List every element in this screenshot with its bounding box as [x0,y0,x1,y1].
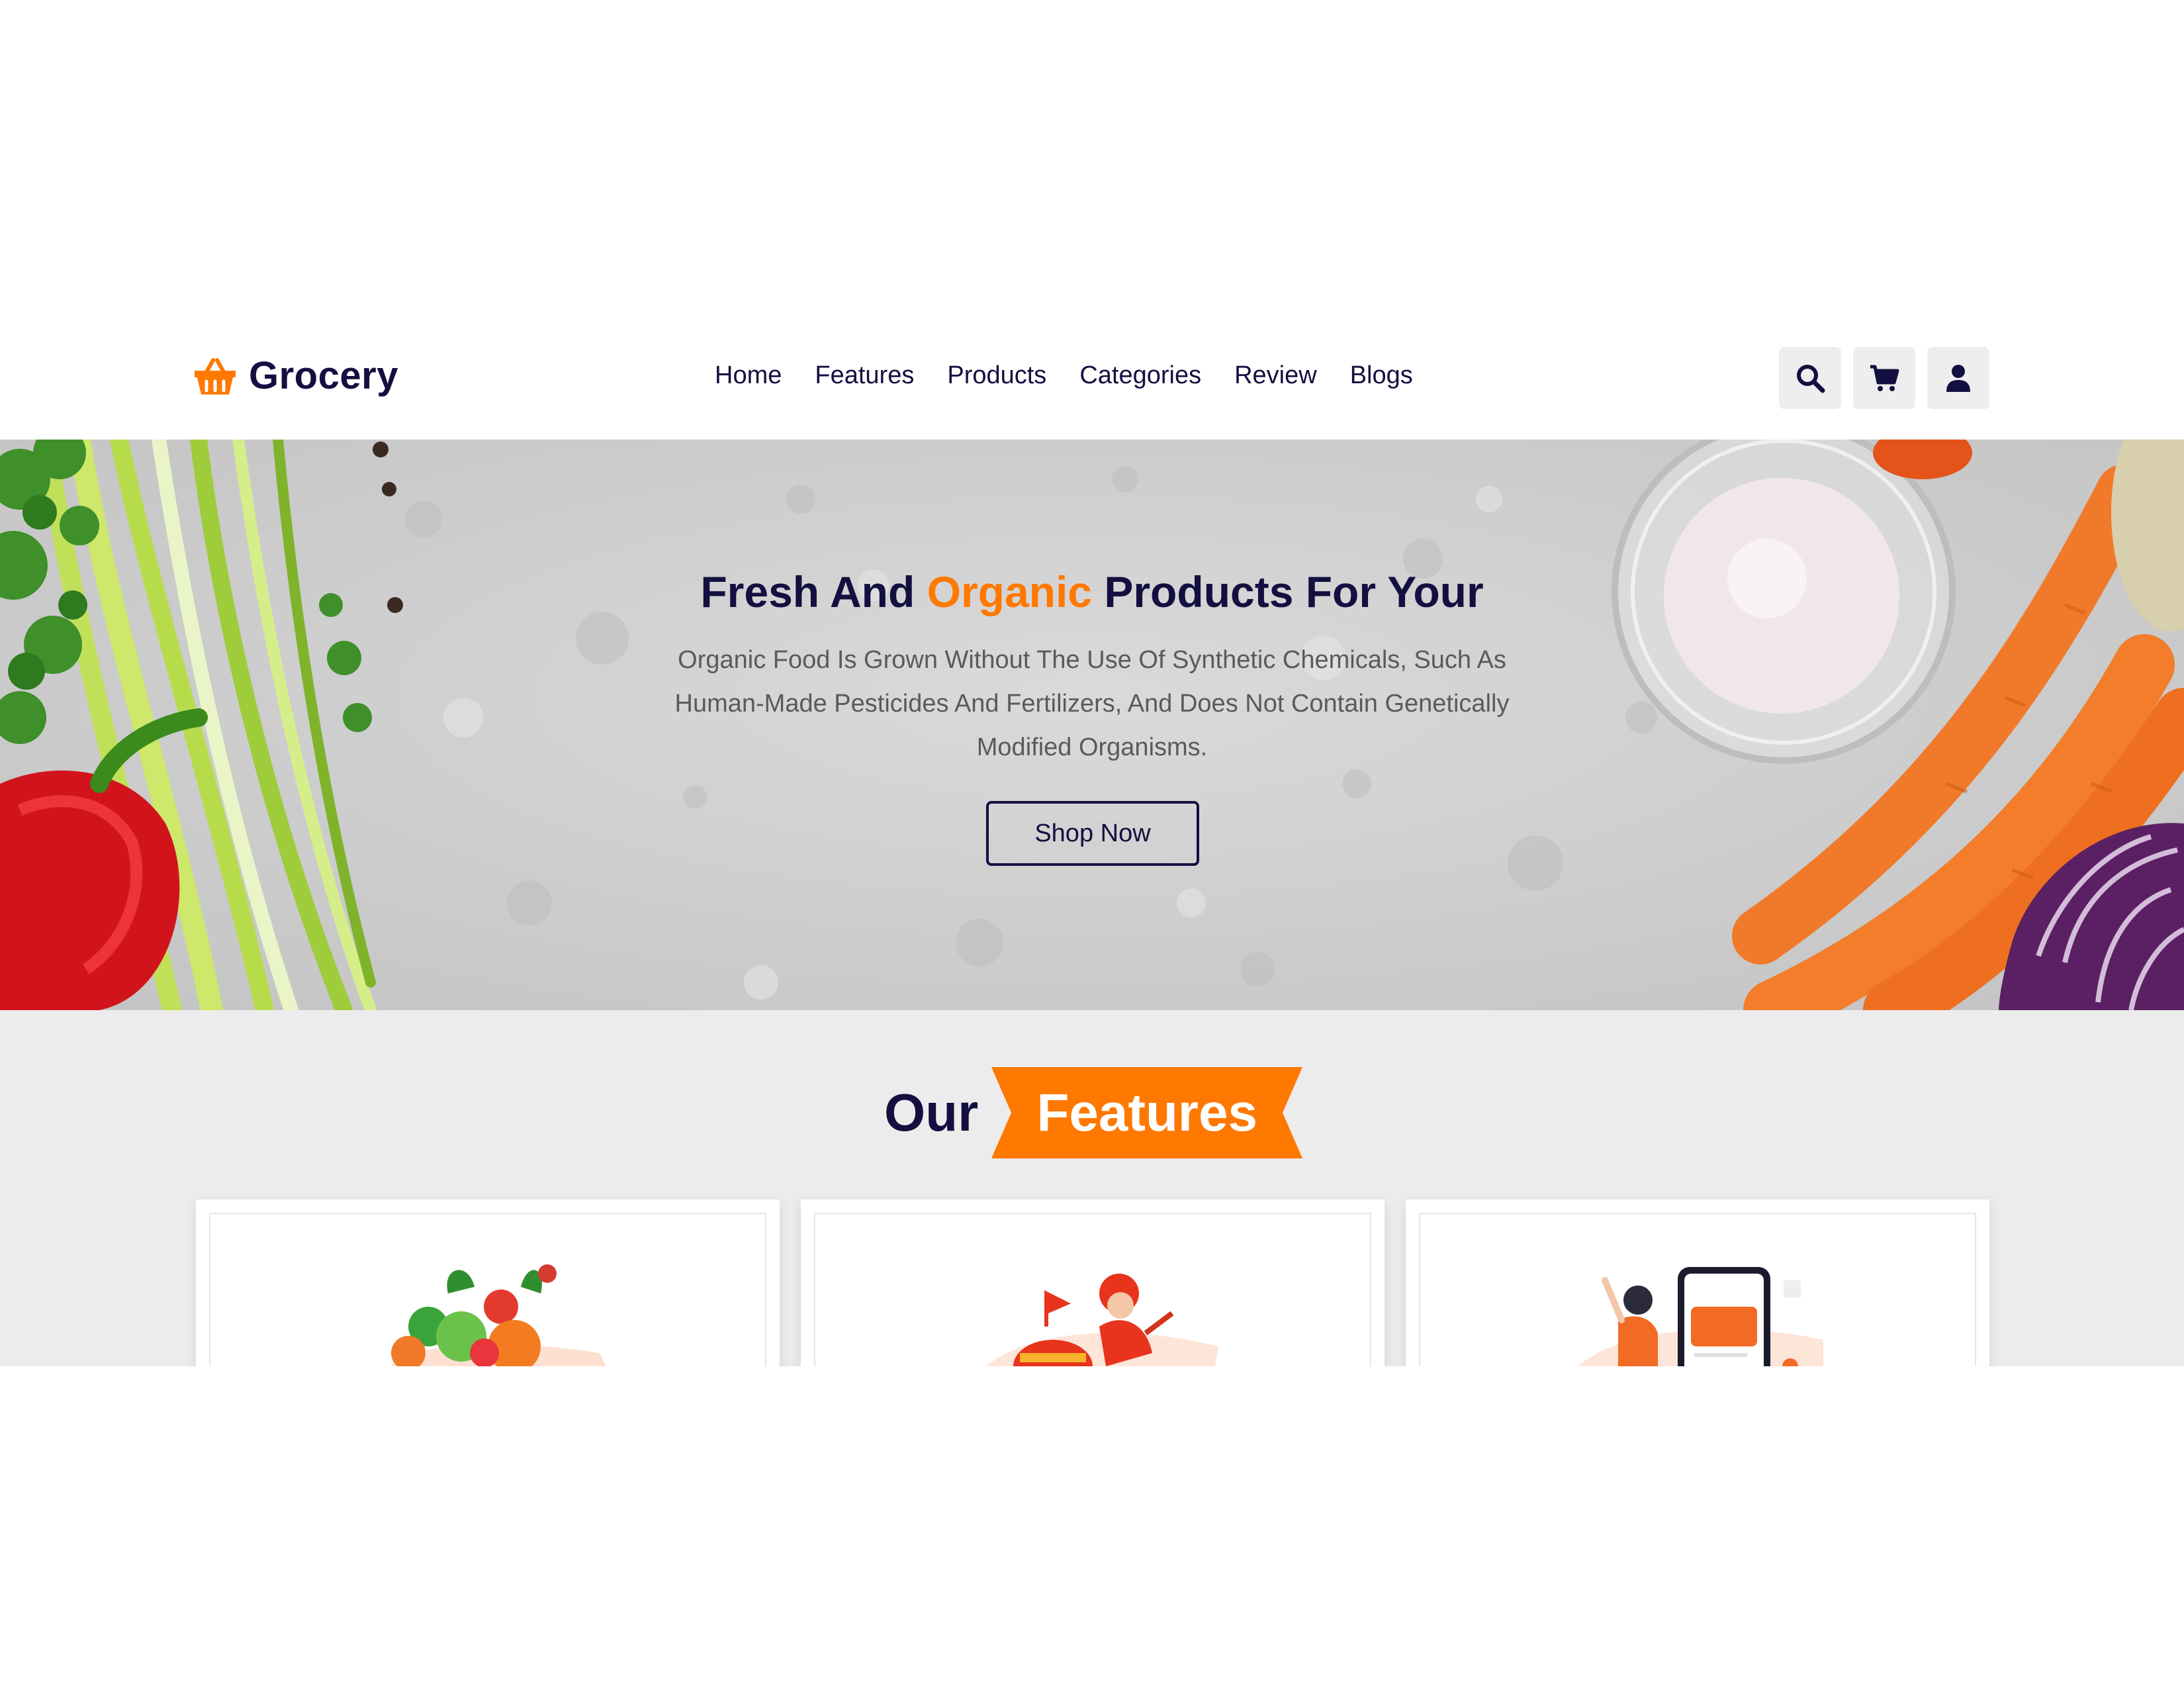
header-icons [1779,347,1989,409]
feature-card [801,1199,1385,1366]
feature-card [1406,1199,1989,1366]
hero-title-part2: Products For Your [1092,567,1484,616]
section-heading: Our Features [884,1067,1303,1158]
nav-categories[interactable]: Categories [1079,361,1201,390]
heading-highlight: Features [1036,1083,1257,1142]
user-icon [1946,365,1970,392]
nav-blogs[interactable]: Blogs [1350,361,1413,390]
nav-review[interactable]: Review [1234,361,1317,390]
heading-ribbon: Features [991,1067,1303,1158]
nav-features[interactable]: Features [815,361,914,390]
hero-title-part1: Fresh And [700,567,927,616]
feature-card-border [814,1213,1371,1366]
cart-button[interactable] [1853,347,1915,409]
search-button[interactable] [1779,347,1841,409]
feature-card [196,1199,780,1366]
nav-products[interactable]: Products [947,361,1046,390]
fresh-vegetables-illustration [390,1264,606,1366]
user-button[interactable] [1927,347,1989,409]
left-vegetables-image [0,440,403,1010]
shop-now-button[interactable]: Shop Now [986,801,1199,866]
hero-title-accent: Organic [927,567,1093,616]
features-section: Our Features [0,1010,2184,1366]
mobile-payment-illustration [1578,1267,1823,1366]
feature-card-border [1419,1213,1976,1366]
right-vegetables-image [1612,440,2184,1010]
hero-banner: Fresh And Organic Products For Your Orga… [0,440,2184,1010]
nav-home[interactable]: Home [715,361,782,390]
feature-card-border [209,1213,766,1366]
main-nav: Home Features Products Categories Review… [715,361,1413,390]
hero-description: Organic Food Is Grown Without The Use Of… [674,646,1510,761]
header: Grocery Home Features Products Categorie… [0,315,2184,440]
logo-text: Grocery [249,354,398,397]
logo[interactable]: Grocery [193,353,398,398]
delivery-rider-illustration [985,1274,1218,1366]
hero-title: Fresh And Organic Products For Your [0,567,2184,617]
search-icon [1797,365,1825,393]
shopping-basket-icon [195,357,236,395]
shopping-cart-icon [1870,365,1899,391]
heading-plain: Our [884,1083,979,1142]
